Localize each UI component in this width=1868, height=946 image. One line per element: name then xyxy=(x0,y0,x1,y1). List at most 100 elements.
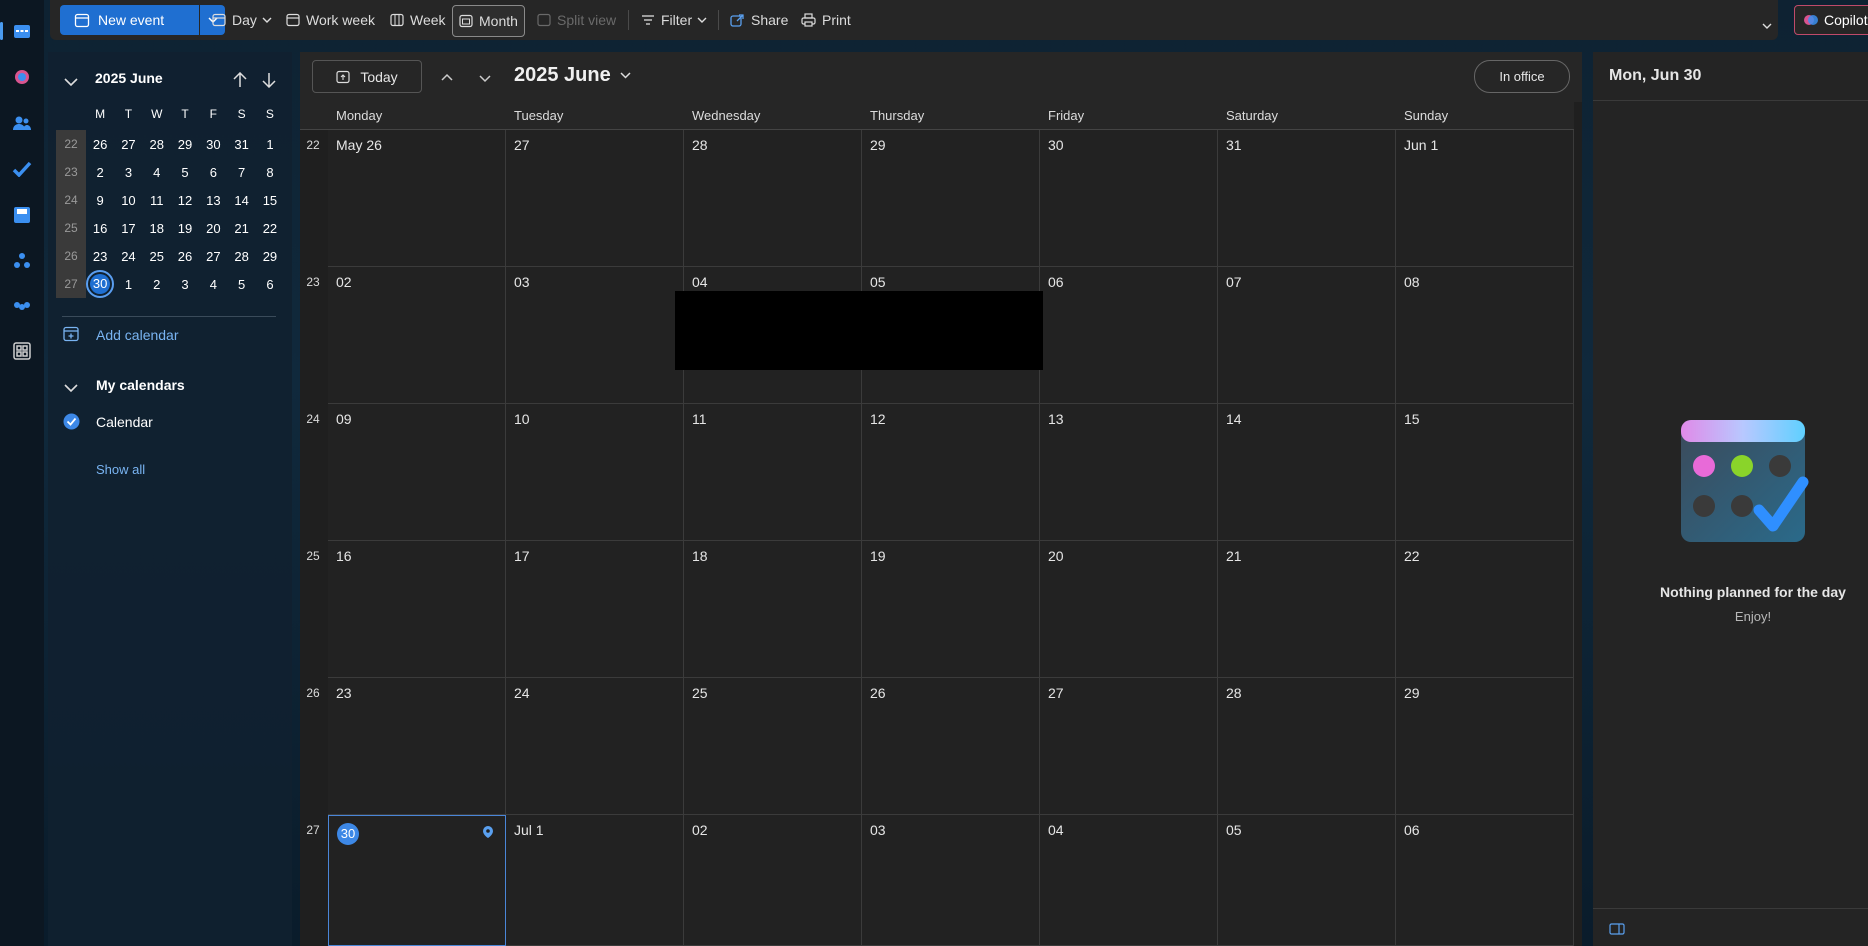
day-cell[interactable]: 07 xyxy=(1218,267,1396,404)
mini-day[interactable]: 1 xyxy=(256,137,284,152)
mini-day[interactable]: 26 xyxy=(171,249,199,264)
mini-week-number[interactable]: 22 xyxy=(56,130,86,158)
mini-day[interactable]: 7 xyxy=(227,165,255,180)
mini-day[interactable]: 12 xyxy=(171,193,199,208)
mini-day[interactable]: 28 xyxy=(143,137,171,152)
mini-day[interactable]: 6 xyxy=(256,277,284,292)
day-cell[interactable]: 26 xyxy=(862,678,1040,815)
mini-day[interactable]: 5 xyxy=(171,165,199,180)
mini-day[interactable]: 20 xyxy=(199,221,227,236)
mini-day[interactable]: 4 xyxy=(199,277,227,292)
mini-day[interactable]: 1 xyxy=(114,277,142,292)
mini-day[interactable]: 23 xyxy=(86,249,114,264)
mini-day[interactable]: 29 xyxy=(256,249,284,264)
mini-day[interactable]: 11 xyxy=(143,193,171,208)
previous-month-button[interactable] xyxy=(440,69,454,87)
toolbar-overflow-button[interactable] xyxy=(1762,14,1778,38)
mini-day[interactable]: 8 xyxy=(256,165,284,180)
mini-day[interactable]: 15 xyxy=(256,193,284,208)
day-cell[interactable]: 03 xyxy=(862,815,1040,946)
day-cell[interactable]: 27 xyxy=(1040,678,1218,815)
add-calendar-link[interactable]: Add calendar xyxy=(96,327,179,343)
day-cell[interactable]: 28 xyxy=(684,130,862,267)
day-cell[interactable]: 31 xyxy=(1218,130,1396,267)
day-cell[interactable]: 29 xyxy=(1396,678,1574,815)
day-cell[interactable]: 27 xyxy=(506,130,684,267)
mini-calendar-next[interactable] xyxy=(262,72,276,93)
mini-day[interactable]: 27 xyxy=(114,137,142,152)
mini-calendar-collapse[interactable] xyxy=(64,74,78,92)
mini-day[interactable]: 13 xyxy=(199,193,227,208)
mini-day[interactable]: 14 xyxy=(227,193,255,208)
mini-day[interactable]: 27 xyxy=(199,249,227,264)
calendar-app-icon[interactable] xyxy=(11,20,33,42)
mini-day[interactable]: 21 xyxy=(227,221,255,236)
mini-day[interactable]: 9 xyxy=(86,193,114,208)
new-event-button[interactable]: New event xyxy=(60,5,199,35)
mini-day[interactable]: 10 xyxy=(114,193,142,208)
day-cell[interactable]: 25 xyxy=(684,678,862,815)
mini-week-number[interactable]: 27 xyxy=(56,270,86,298)
day-cell[interactable]: 30 xyxy=(1040,130,1218,267)
mini-day[interactable]: 30 xyxy=(199,137,227,152)
day-cell[interactable]: 21 xyxy=(1218,541,1396,678)
day-cell[interactable]: 20 xyxy=(1040,541,1218,678)
mini-day[interactable]: 31 xyxy=(227,137,255,152)
people-app-icon[interactable] xyxy=(11,112,33,134)
day-cell[interactable]: 13 xyxy=(1040,404,1218,541)
today-button[interactable]: Today xyxy=(312,60,422,93)
work-week-view-button[interactable]: Work week xyxy=(286,8,375,32)
day-cell[interactable]: 02 xyxy=(328,267,506,404)
next-month-button[interactable] xyxy=(478,71,492,89)
split-view-button[interactable]: Split view xyxy=(537,8,616,32)
day-cell[interactable]: 09 xyxy=(328,404,506,541)
day-cell[interactable]: 14 xyxy=(1218,404,1396,541)
mini-day[interactable]: 19 xyxy=(171,221,199,236)
files-app-icon[interactable] xyxy=(11,204,33,226)
mini-day[interactable]: 17 xyxy=(114,221,142,236)
calendar-item-label[interactable]: Calendar xyxy=(96,414,153,430)
mini-day[interactable]: 24 xyxy=(114,249,142,264)
day-cell[interactable]: 18 xyxy=(684,541,862,678)
mini-day[interactable]: 29 xyxy=(171,137,199,152)
expand-pane-button[interactable] xyxy=(1609,922,1625,940)
month-view-button[interactable]: Month xyxy=(452,5,525,37)
mini-week-number[interactable]: 26 xyxy=(56,242,86,270)
mini-day[interactable]: 4 xyxy=(143,165,171,180)
day-view-button[interactable]: Day xyxy=(212,8,278,32)
mini-week-number[interactable]: 25 xyxy=(56,214,86,242)
mini-calendar-prev[interactable] xyxy=(233,71,247,93)
day-cell[interactable]: 06 xyxy=(1040,267,1218,404)
mini-day[interactable]: 6 xyxy=(199,165,227,180)
day-cell[interactable]: 16 xyxy=(328,541,506,678)
show-all-link[interactable]: Show all xyxy=(96,462,145,477)
mini-day[interactable]: 2 xyxy=(86,165,114,180)
day-cell[interactable]: 19 xyxy=(862,541,1040,678)
month-picker[interactable]: 2025 June xyxy=(514,64,631,87)
day-cell[interactable]: May 26 xyxy=(328,130,506,267)
mini-day[interactable]: 25 xyxy=(143,249,171,264)
in-office-button[interactable]: In office xyxy=(1474,60,1570,93)
day-cell[interactable]: 04 xyxy=(1040,815,1218,946)
day-cell[interactable]: 29 xyxy=(862,130,1040,267)
mini-day[interactable]: 3 xyxy=(171,277,199,292)
day-cell-today[interactable]: 30 xyxy=(328,815,506,946)
mini-day[interactable]: 26 xyxy=(86,137,114,152)
day-cell[interactable]: 17 xyxy=(506,541,684,678)
my-calendars-collapse[interactable] xyxy=(64,380,78,398)
day-cell[interactable]: 08 xyxy=(1396,267,1574,404)
day-cell[interactable]: Jul 1 xyxy=(506,815,684,946)
day-cell[interactable]: 24 xyxy=(506,678,684,815)
day-cell[interactable]: 23 xyxy=(328,678,506,815)
mini-day[interactable]: 28 xyxy=(227,249,255,264)
share-button[interactable]: Share xyxy=(730,8,788,32)
day-cell[interactable]: 12 xyxy=(862,404,1040,541)
copilot-button[interactable]: Copilot xyxy=(1794,5,1868,35)
print-button[interactable]: Print xyxy=(801,8,851,32)
week-view-button[interactable]: Week xyxy=(390,8,446,32)
org-app-icon[interactable] xyxy=(11,250,33,272)
day-cell[interactable]: 02 xyxy=(684,815,862,946)
day-cell[interactable]: 05 xyxy=(1218,815,1396,946)
mini-day[interactable]: 16 xyxy=(86,221,114,236)
mini-week-number[interactable]: 23 xyxy=(56,158,86,186)
